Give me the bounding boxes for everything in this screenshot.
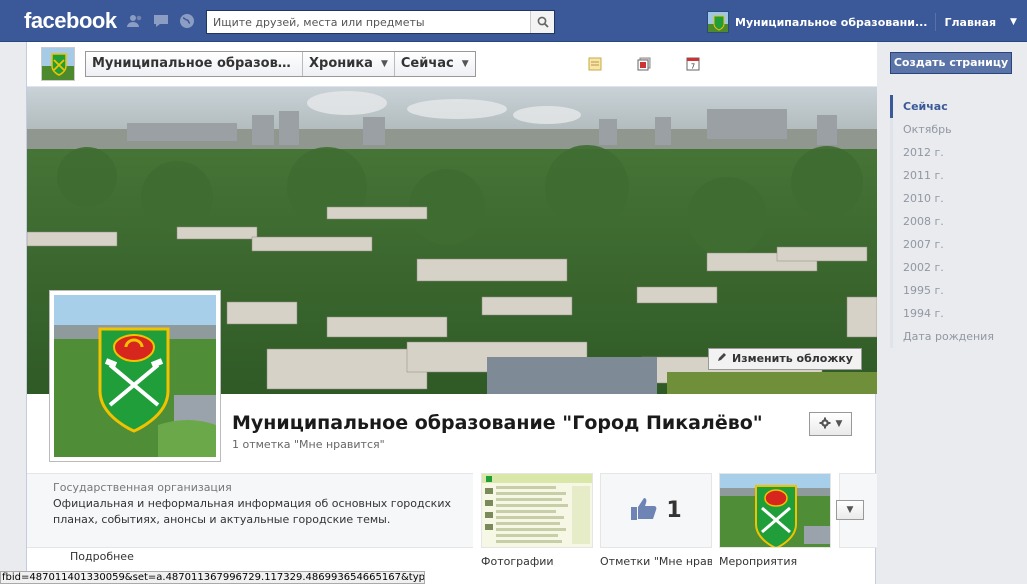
chevron-down-icon: ▼: [835, 419, 843, 429]
chevron-down-icon: ▼: [461, 59, 469, 69]
user-name-link[interactable]: Муниципальное образовани...: [735, 16, 927, 29]
note-icon[interactable]: [587, 56, 603, 72]
page-description: Официальная и неформальная информация об…: [53, 497, 451, 526]
breadcrumb-page-name[interactable]: Муниципальное образовани...: [86, 52, 303, 76]
photos-tile[interactable]: [481, 473, 593, 548]
user-avatar[interactable]: [707, 11, 729, 33]
breadcrumb-timeline[interactable]: Хроника ▼: [303, 52, 395, 76]
account-menu-chevron-down-icon[interactable]: ▼: [1010, 17, 1017, 27]
svg-text:7: 7: [691, 63, 695, 71]
timeline-item[interactable]: 1995 г.: [890, 279, 1010, 302]
events-tile[interactable]: [719, 473, 831, 548]
timeline-item[interactable]: 2002 г.: [890, 256, 1010, 279]
timeline-item[interactable]: 2010 г.: [890, 187, 1010, 210]
about-box: Государственная организация Официальная …: [27, 473, 473, 548]
more-info-link[interactable]: Подробнее: [70, 550, 134, 563]
browser-status-url: fbid=487011401330059&set=a.4870113679967…: [0, 571, 425, 584]
likes-number: 1: [666, 498, 682, 523]
timeline-item[interactable]: 1994 г.: [890, 302, 1010, 325]
timeline-item[interactable]: Дата рождения: [890, 325, 1010, 348]
chevron-down-icon: ▼: [380, 59, 388, 69]
top-bar: facebook Муниципальное образовани... Гла…: [0, 0, 1027, 42]
chevron-down-icon: ▼: [846, 505, 854, 515]
page-subnav: Муниципальное образовани... Хроника▼ Сей…: [27, 42, 877, 87]
likes-label[interactable]: Отметки "Мне нрав...: [600, 555, 712, 568]
thumbs-up-icon: [630, 497, 658, 524]
page-category: Государственная организация: [53, 481, 232, 494]
notifications-globe-icon[interactable]: [178, 12, 196, 30]
gear-icon: [819, 417, 831, 432]
page-thumbnail[interactable]: [41, 47, 75, 81]
friend-requests-icon[interactable]: [126, 12, 144, 30]
timeline-item[interactable]: 2008 г.: [890, 210, 1010, 233]
events-thumbnail: [720, 474, 830, 547]
timeline-item[interactable]: Сейчас: [890, 95, 1010, 118]
photo-album-icon[interactable]: [636, 56, 652, 72]
calendar-icon[interactable]: 7: [685, 56, 701, 72]
divider: [935, 13, 937, 31]
user-nav: Муниципальное образовани... Главная ▼: [707, 11, 1017, 33]
likes-count[interactable]: 1 отметка "Мне нравится": [232, 438, 385, 451]
page-settings-button[interactable]: ▼: [809, 412, 852, 436]
search-button[interactable]: [530, 11, 554, 33]
search-input[interactable]: [207, 11, 527, 33]
timeline-item[interactable]: Октябрь: [890, 118, 1010, 141]
breadcrumb: Муниципальное образовани... Хроника▼ Сей…: [85, 51, 476, 77]
events-label[interactable]: Мероприятия: [719, 555, 831, 568]
facebook-logo[interactable]: facebook: [24, 8, 117, 34]
page-title: Муниципальное образование "Город Пикалёв…: [232, 412, 763, 434]
profile-picture[interactable]: [50, 291, 220, 461]
create-page-button[interactable]: Создать страницу: [890, 52, 1012, 74]
likes-tile[interactable]: 1: [600, 473, 712, 548]
city-emblem-image: [54, 295, 216, 457]
breadcrumb-now[interactable]: Сейчас ▼: [395, 52, 475, 76]
messages-icon[interactable]: [152, 12, 170, 30]
photos-label[interactable]: Фотографии: [481, 555, 593, 568]
timeline-page: Муниципальное образовани... Хроника▼ Сей…: [26, 42, 877, 584]
timeline-scrubber: Сейчас Октябрь 2012 г. 2011 г. 2010 г. 2…: [890, 95, 1010, 348]
search-box: [206, 10, 555, 34]
expand-apps-button[interactable]: ▼: [836, 500, 864, 520]
timeline-item[interactable]: 2007 г.: [890, 233, 1010, 256]
timeline-item[interactable]: 2011 г.: [890, 164, 1010, 187]
edit-cover-button[interactable]: Изменить обложку: [708, 348, 862, 370]
timeline-item[interactable]: 2012 г.: [890, 141, 1010, 164]
newspaper-thumbnail: [482, 474, 592, 547]
subnav-icons: 7: [587, 56, 701, 72]
notification-jewels: [126, 12, 196, 30]
home-link[interactable]: Главная: [944, 16, 1006, 29]
pencil-icon: [717, 349, 727, 369]
